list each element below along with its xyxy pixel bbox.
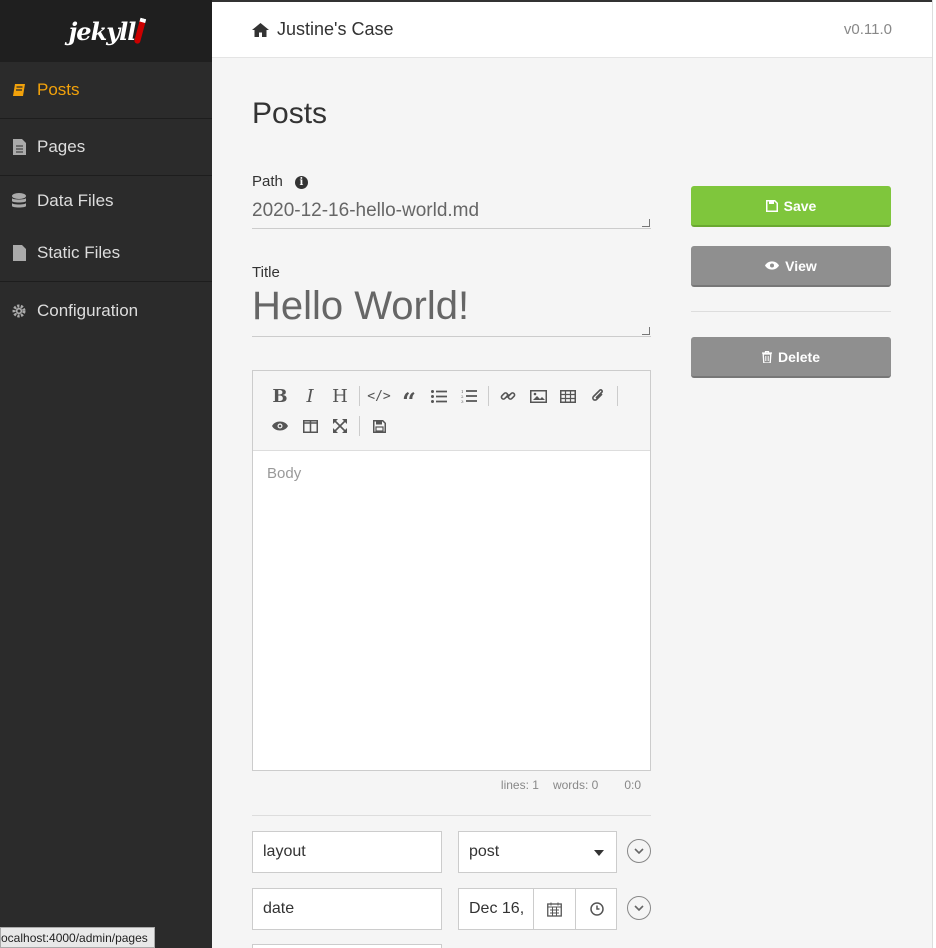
ordered-list-icon[interactable]: 123 [454, 381, 484, 411]
view-button[interactable]: View [691, 246, 891, 287]
title-input[interactable]: Hello World! [252, 284, 651, 337]
chevron-down-icon[interactable] [627, 896, 651, 920]
sidebar: jekyll Posts Pages Data Files Static Fil… [0, 0, 212, 948]
toolbar-separator [359, 386, 360, 406]
jekyll-logo[interactable]: jekyll [68, 16, 147, 46]
save-label: Save [783, 197, 817, 214]
field-value: Dec 16, [469, 900, 525, 917]
title-label: Title [252, 264, 280, 281]
field-value: post [469, 843, 500, 860]
eye-icon[interactable] [265, 411, 295, 441]
home-icon [252, 22, 269, 37]
delete-label: Delete [777, 348, 821, 365]
gear-icon [12, 303, 26, 319]
sidebar-item-label: Posts [37, 80, 80, 99]
view-label: View [785, 257, 817, 274]
save-button[interactable]: Save [691, 186, 891, 227]
path-input[interactable]: 2020-12-16-hello-world.md [252, 198, 651, 229]
sidebar-item-label: Data Files [37, 190, 114, 210]
sidebar-item-configuration[interactable]: Configuration [0, 282, 212, 339]
unordered-list-icon[interactable] [424, 381, 454, 411]
markdown-editor: B I H </> “ 123 Body [252, 370, 651, 771]
section-divider [252, 815, 651, 816]
italic-icon[interactable]: I [295, 381, 325, 411]
quote-icon[interactable]: “ [394, 381, 424, 416]
field-key-input[interactable]: layout [252, 831, 442, 873]
file-icon [12, 245, 26, 261]
cursor-position: 0:0 [624, 778, 641, 792]
database-icon [12, 192, 26, 209]
logo-bar: jekyll [0, 0, 212, 62]
heading-icon[interactable]: H [325, 381, 355, 411]
clock-icon[interactable] [575, 889, 616, 929]
calendar-icon[interactable] [533, 889, 575, 929]
link-icon[interactable] [493, 381, 523, 411]
fullscreen-icon[interactable] [325, 411, 355, 441]
sidebar-item-data-files[interactable]: Data Files [0, 176, 212, 225]
body-textarea[interactable]: Body [253, 451, 650, 496]
sidebar-item-static-files[interactable]: Static Files [0, 225, 212, 282]
header: Justine's Case v0.11.0 [212, 0, 932, 58]
test-tube-icon [134, 17, 147, 44]
sidebar-item-label: Pages [37, 137, 86, 156]
save-icon [765, 199, 778, 212]
toolbar-separator [617, 386, 618, 406]
sidebar-item-label: Configuration [37, 300, 139, 320]
file-icon [12, 139, 26, 155]
sidebar-item-pages[interactable]: Pages [0, 119, 212, 176]
lines-count: lines: 1 [500, 778, 539, 792]
words-count: words: 0 [552, 778, 599, 792]
chevron-down-icon[interactable] [627, 839, 651, 863]
resize-handle[interactable] [642, 327, 650, 335]
sidebar-item-label: Static Files [37, 243, 121, 262]
field-key: layout [263, 843, 306, 860]
columns-icon[interactable] [295, 411, 325, 441]
path-value: 2020-12-16-hello-world.md [252, 200, 480, 221]
site-title-link[interactable]: Justine's Case [252, 19, 394, 40]
path-label-text: Path [252, 173, 283, 190]
window-edge [932, 0, 936, 948]
field-key-input[interactable]: date [252, 888, 442, 930]
bold-icon[interactable]: B [265, 381, 295, 411]
sidebar-item-posts[interactable]: Posts [0, 62, 212, 119]
logo-text: jekyll [68, 16, 137, 46]
paperclip-icon[interactable] [583, 381, 613, 411]
editor-statusbar: lines: 1 words: 0 0:0 [252, 778, 651, 792]
delete-button[interactable]: Delete [691, 337, 891, 378]
field-key: date [263, 900, 295, 917]
status-url-tooltip: ocalhost:4000/admin/pages [0, 927, 155, 948]
caret-down-icon [594, 850, 604, 856]
resize-handle[interactable] [642, 219, 650, 227]
eye-icon [765, 261, 780, 270]
svg-text:3: 3 [461, 399, 464, 403]
version-label: v0.11.0 [843, 21, 892, 38]
layout-select[interactable]: post [458, 831, 617, 873]
code-icon[interactable]: </> [364, 381, 394, 411]
site-title: Justine's Case [277, 19, 394, 39]
page-title: Posts [252, 97, 328, 130]
path-label: Path i [252, 173, 308, 190]
date-input[interactable]: Dec 16, [458, 888, 617, 930]
save-icon[interactable] [364, 411, 394, 441]
image-icon[interactable] [523, 381, 553, 411]
editor-toolbar: B I H </> “ 123 [253, 371, 650, 451]
title-value: Hello World! [252, 284, 470, 328]
action-divider [691, 311, 891, 312]
toolbar-separator [488, 386, 489, 406]
trash-icon [761, 350, 772, 363]
field-key-input[interactable] [252, 944, 442, 948]
toolbar-separator [359, 416, 360, 436]
book-icon [12, 82, 26, 98]
info-icon[interactable]: i [294, 176, 308, 189]
table-icon[interactable] [553, 381, 583, 411]
